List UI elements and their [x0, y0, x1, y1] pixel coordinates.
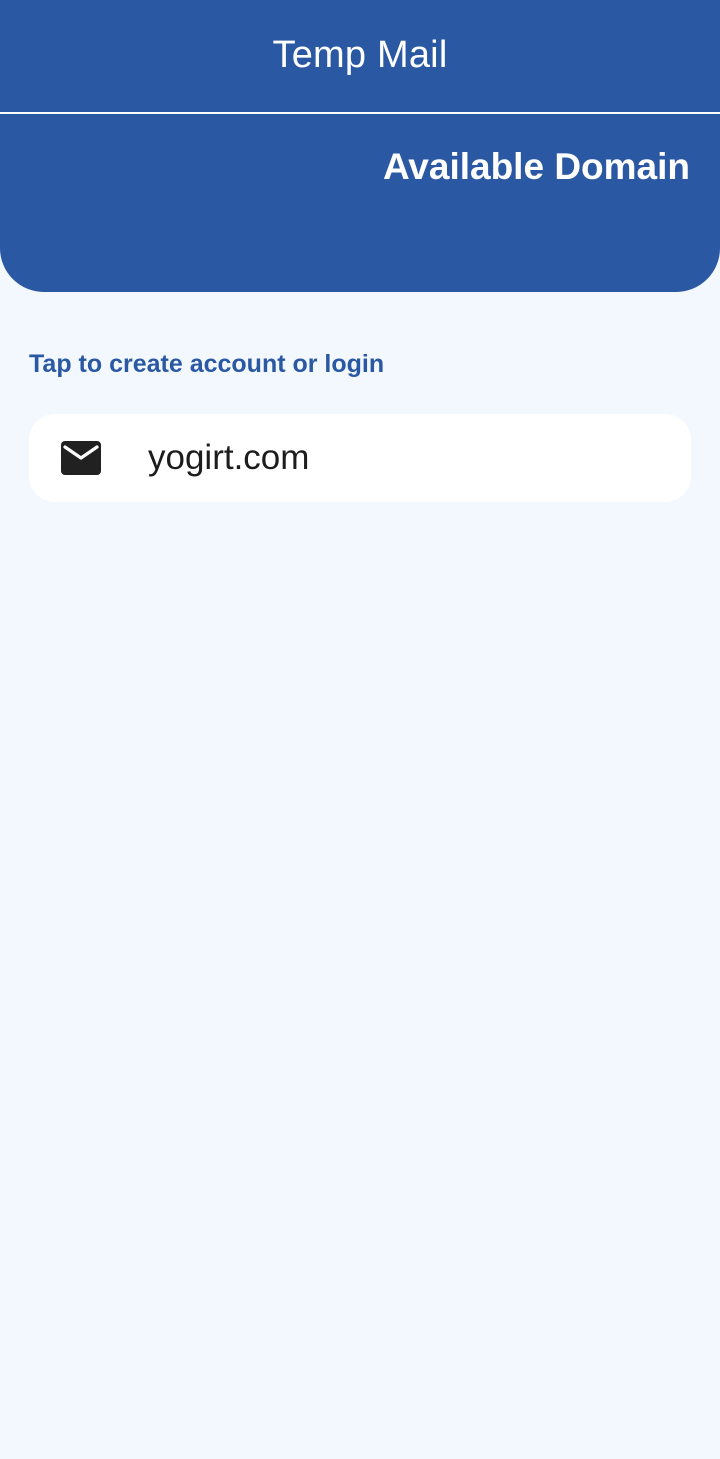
hint-text: Tap to create account or login: [29, 350, 385, 378]
domain-name: yogirt.com: [148, 438, 310, 477]
screen: Temp Mail Available Domain Tap to create…: [0, 0, 720, 1459]
domain-item[interactable]: yogirt.com: [29, 414, 691, 502]
app-title: Temp Mail: [272, 33, 448, 76]
header-panel: Available Domain: [0, 114, 720, 292]
app-bar: Temp Mail: [0, 0, 720, 112]
mail-icon: [61, 441, 101, 475]
header-title: Available Domain: [382, 146, 690, 187]
